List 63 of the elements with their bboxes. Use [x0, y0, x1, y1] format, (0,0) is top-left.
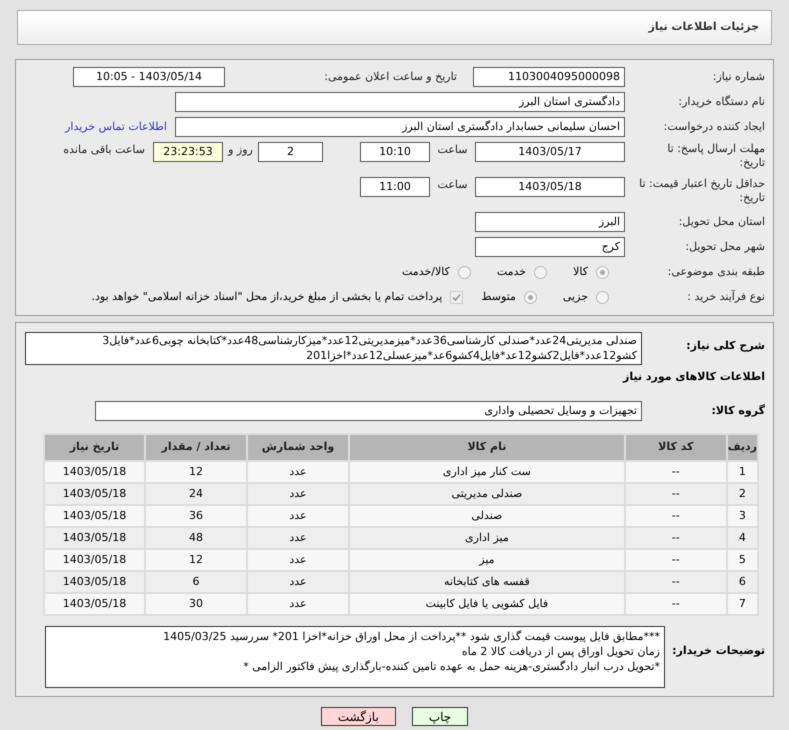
province-field: البرز [475, 212, 625, 232]
days-field: 2 [258, 142, 323, 162]
validity-time-field: 11:00 [360, 177, 430, 197]
note-line: زمان تحویل اوراق پس از دریافت کالا 2 ماه [460, 644, 660, 659]
field-label: توضیحات خریدار: [671, 643, 765, 659]
table-cell: 30 [145, 593, 247, 615]
field-label: نام دستگاه خریدار: [677, 94, 765, 110]
note-line: ***مطابق فایل پیوست قیمت گذاری شود **پرداخت از محل اوراق خزانه*اخزا 201* سررسید 1405/03/25 [162, 629, 660, 644]
field-label: مهلت ارسال پاسخ: تا تاریخ: [666, 142, 765, 170]
field-label: نوع فرآیند خرید : [686, 288, 765, 305]
radio-label: متوسط [481, 288, 516, 305]
reply-time-field: 10:10 [360, 142, 430, 162]
section-title: اطلاعات کالاهای مورد نیاز [622, 369, 765, 385]
field-label: ساعت [436, 177, 468, 193]
announce-date-field: 1403/05/14 - 10:05 [73, 67, 225, 87]
column-header: نام کالا [349, 434, 625, 461]
field-label: شهر محل تحویل: [684, 238, 765, 255]
payment-label: پرداخت تمام یا بخشی از مبلغ خرید،از محل "اسناد خزانه اسلامی" خواهد بود. [92, 288, 442, 305]
buyer-contact-link[interactable]: اطلاعات تماس خریدار [65, 118, 167, 136]
validity-date-field: 1403/05/18 [475, 177, 625, 197]
description-textarea[interactable]: صندلی مدیریتی24عدد*صندلی کارشناسی36عدد*میزمدیریتی12عدد*میزکارشناسی48عدد*کتابخانه چوبی6عدد*فایل3 کشو12عدد*فایل2کشو12عد*فایل4کشو6عد*میزعسلی12عدد*اخزا201 [25, 332, 642, 365]
radio-label: کالا [573, 264, 588, 280]
field-label: گروه کالا: [710, 402, 765, 419]
field-label: ساعت [436, 142, 468, 158]
group-field: تجهیزات و وسایل تحصیلی واداری [95, 401, 642, 421]
radio-label: جزیی [562, 288, 588, 305]
table-cell: عدد [247, 593, 349, 615]
radio-label: خدمت [496, 264, 526, 280]
field-label: ساعت باقی مانده [63, 142, 146, 158]
city-field: کرج [475, 237, 625, 257]
field-label: روز و [226, 142, 254, 158]
table-cell: فایل کشویی یا فایل کابینت [349, 593, 625, 615]
table-cell: 1403/05/18 [44, 593, 145, 615]
field-label: شرح کلی نیاز: [685, 338, 765, 354]
radio-button[interactable] [596, 266, 609, 278]
requester-field: احسان سلیمانی حسابدار دادگستری استان البرز [175, 117, 625, 137]
back-button[interactable]: بازگشت [320, 707, 396, 726]
note-line: *تحویل درب انبار دادگستری-هزینه حمل به عهده تامین کننده-بارگذاری پیش فاکتور الزامی * [242, 659, 660, 674]
table-cell: -- [624, 593, 727, 615]
need-number-field: 1103004095000098 [473, 67, 625, 87]
column-header: واحد شمارش [247, 434, 349, 461]
buyer-org-field: دادگستری استان البرز [175, 92, 625, 112]
column-header: کد کالا [624, 434, 727, 461]
reply-date-field: 1403/05/17 [475, 142, 625, 162]
field-label: تاریخ و ساعت اعلان عمومی: [323, 68, 458, 85]
column-header: ردیف [726, 434, 758, 461]
field-label: استان محل تحویل: [678, 214, 765, 230]
print-button[interactable]: چاپ [412, 707, 468, 726]
radio-button[interactable] [458, 266, 471, 278]
column-header: تاریخ نیاز [44, 434, 145, 461]
table-cell: 7 [726, 593, 758, 615]
radio-button[interactable] [534, 266, 548, 278]
field-label: شماره نیاز: [712, 68, 765, 85]
radio-button[interactable] [596, 290, 609, 304]
remaining-time-field: 23:23:53 [153, 142, 223, 162]
column-header: تعداد / مقدار [145, 434, 247, 461]
buyer-notes-textarea[interactable] [45, 626, 665, 688]
radio-button[interactable] [524, 290, 537, 304]
radio-label: کالا/خدمت [402, 264, 450, 280]
page-title: جزئیات اطلاعات نیاز [648, 19, 759, 36]
field-label: حداقل تاریخ اعتبار قیمت: تا تاریخ: [638, 177, 765, 205]
field-label: ایجاد کننده درخواست: [662, 118, 765, 135]
field-label: طبقه بندی موضوعی: [666, 264, 765, 280]
